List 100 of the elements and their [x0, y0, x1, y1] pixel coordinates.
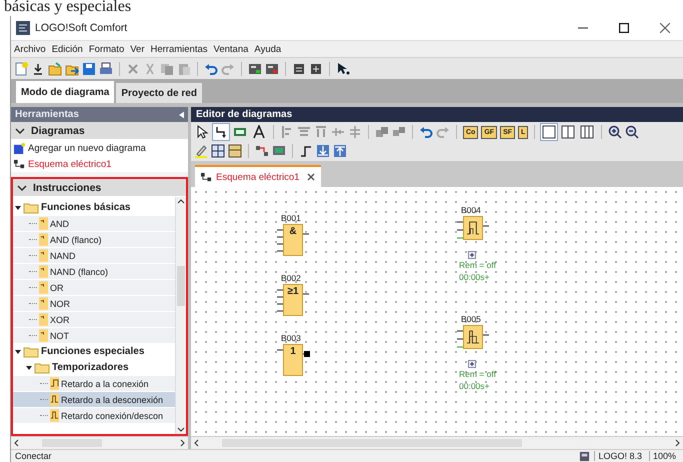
- expand-icon[interactable]: [468, 360, 476, 368]
- grid-icon[interactable]: [211, 144, 225, 158]
- tree-item[interactable]: Retardo a la desconexión: [13, 392, 175, 408]
- tree-item[interactable]: OR: [13, 280, 175, 296]
- network-icon[interactable]: [255, 144, 269, 158]
- parameter-text: Rem = off: [459, 369, 496, 379]
- tree-item[interactable]: XOR: [13, 312, 175, 328]
- scroll-right-icon[interactable]: [180, 439, 185, 447]
- app-logo-icon: [16, 21, 30, 35]
- menu-item[interactable]: Archivo: [11, 44, 49, 54]
- transfer-icon[interactable]: [265, 62, 279, 76]
- scroll-down-icon[interactable]: [177, 427, 185, 432]
- block-symbol: 1: [289, 346, 297, 357]
- collapse-panel-icon[interactable]: [179, 110, 184, 118]
- scroll-left-icon[interactable]: [14, 439, 19, 447]
- menu-item[interactable]: Edición: [48, 44, 86, 54]
- download-icon[interactable]: [31, 62, 45, 76]
- block-body-drawing: [277, 344, 311, 376]
- tree-item[interactable]: AND (flanco): [13, 232, 175, 248]
- logic-block[interactable]: [457, 325, 491, 349]
- tree-item[interactable]: Retardo conexión/descon: [13, 408, 175, 424]
- print-icon[interactable]: [99, 62, 113, 76]
- logic-block[interactable]: ≥1: [277, 284, 311, 316]
- section-header[interactable]: Diagramas: [11, 122, 188, 140]
- group-icon[interactable]: [375, 125, 389, 139]
- timer-icon: [50, 409, 59, 422]
- upload-icon[interactable]: [248, 62, 262, 76]
- parameter-text: 00:00s+: [459, 272, 490, 282]
- tree-item[interactable]: NAND (flanco): [13, 264, 175, 280]
- align-down-icon[interactable]: [316, 144, 330, 158]
- help-cursor-icon[interactable]: [336, 62, 350, 76]
- save-icon[interactable]: [82, 62, 96, 76]
- highlighter-icon[interactable]: [194, 144, 208, 158]
- gate-icon: [39, 297, 48, 310]
- block-body-drawing: [277, 224, 311, 256]
- tree-item[interactable]: Retardo a la conexión: [13, 376, 175, 392]
- block-label: B001: [281, 213, 301, 223]
- expand-icon[interactable]: [468, 251, 476, 259]
- caret-down-icon[interactable]: [26, 364, 32, 370]
- step-line-icon[interactable]: [299, 144, 313, 158]
- logic-block[interactable]: [457, 216, 491, 240]
- close-icon: [660, 23, 670, 33]
- menu-item[interactable]: Herramientas: [148, 44, 211, 54]
- maximize-icon: [619, 23, 629, 33]
- zoom-in-icon[interactable]: [608, 125, 622, 139]
- module-icon[interactable]: [292, 62, 306, 76]
- tree-item[interactable]: NOT: [13, 328, 175, 344]
- caret-down-icon[interactable]: [15, 204, 21, 210]
- view-layout-icon[interactable]: [560, 124, 576, 140]
- parameter-text: 00:00s+: [459, 381, 490, 391]
- menu-item[interactable]: Formato: [86, 44, 128, 54]
- gate-icon: [39, 249, 48, 262]
- undo-icon[interactable]: [419, 125, 433, 139]
- tree-item[interactable]: AND: [13, 216, 175, 232]
- monitor-icon[interactable]: [272, 144, 286, 158]
- ungroup-icon[interactable]: [392, 125, 406, 139]
- diagram-item[interactable]: Esquema eléctrico1: [11, 156, 188, 172]
- menu-item[interactable]: Ayuda: [251, 44, 284, 54]
- block-label: B004: [461, 205, 481, 215]
- parameter-text: Rem = off: [459, 260, 496, 270]
- diagram-icon: [201, 172, 212, 182]
- module-icon[interactable]: [309, 62, 323, 76]
- scroll-up-icon[interactable]: [177, 199, 185, 204]
- add-diagram-item[interactable]: Agregar un nuevo diagrama: [11, 140, 188, 156]
- close-icon[interactable]: [307, 173, 316, 181]
- editor-title: Editor de diagramas: [196, 109, 292, 120]
- text-tool-icon[interactable]: [251, 124, 267, 140]
- scroll-right-icon[interactable]: [675, 439, 680, 447]
- view-layout-icon[interactable]: [579, 124, 596, 140]
- table-icon[interactable]: [228, 144, 242, 158]
- window-title: LOGO!Soft Comfort: [35, 22, 128, 34]
- logic-block[interactable]: 1: [277, 344, 311, 376]
- new-file-icon[interactable]: [14, 62, 28, 76]
- undo-icon[interactable]: [204, 62, 218, 76]
- mode-tab[interactable]: Proyecto de red: [116, 83, 202, 103]
- tree-item[interactable]: NOR: [13, 296, 175, 312]
- section-header[interactable]: Instrucciones: [13, 179, 186, 197]
- gate-icon: [39, 233, 48, 246]
- status-zoom: 100%: [648, 451, 679, 461]
- gate-icon: [39, 313, 48, 326]
- block-body-drawing: [457, 325, 491, 349]
- logic-block[interactable]: &: [277, 224, 311, 256]
- scrollbar[interactable]: [175, 197, 186, 434]
- device-icon: [579, 450, 590, 462]
- view-layout-icon[interactable]: [541, 124, 558, 140]
- scroll-thumb[interactable]: [177, 266, 185, 306]
- menu-item[interactable]: Ventana: [210, 44, 252, 54]
- diagram-tab[interactable]: Esquema eléctrico1: [195, 165, 322, 187]
- scroll-left-icon[interactable]: [194, 439, 199, 447]
- tree-item[interactable]: NAND: [13, 248, 175, 264]
- diagram-canvas[interactable]: B001 & B002 ≥1 B003 1 B004 Rem = off 00:00s+ B005 Rem = off 00:00s+: [191, 187, 683, 436]
- menu-item[interactable]: Ver: [127, 44, 148, 54]
- connect-tool-icon[interactable]: [213, 124, 229, 140]
- block-label: B002: [281, 273, 301, 283]
- scrollbar[interactable]: [11, 436, 188, 449]
- scrollbar[interactable]: [191, 436, 683, 449]
- mode-tab[interactable]: Modo de diagrama: [16, 81, 114, 103]
- align-up-icon[interactable]: [333, 144, 347, 158]
- zoom-out-icon[interactable]: [625, 125, 640, 139]
- caret-down-icon[interactable]: [15, 348, 21, 354]
